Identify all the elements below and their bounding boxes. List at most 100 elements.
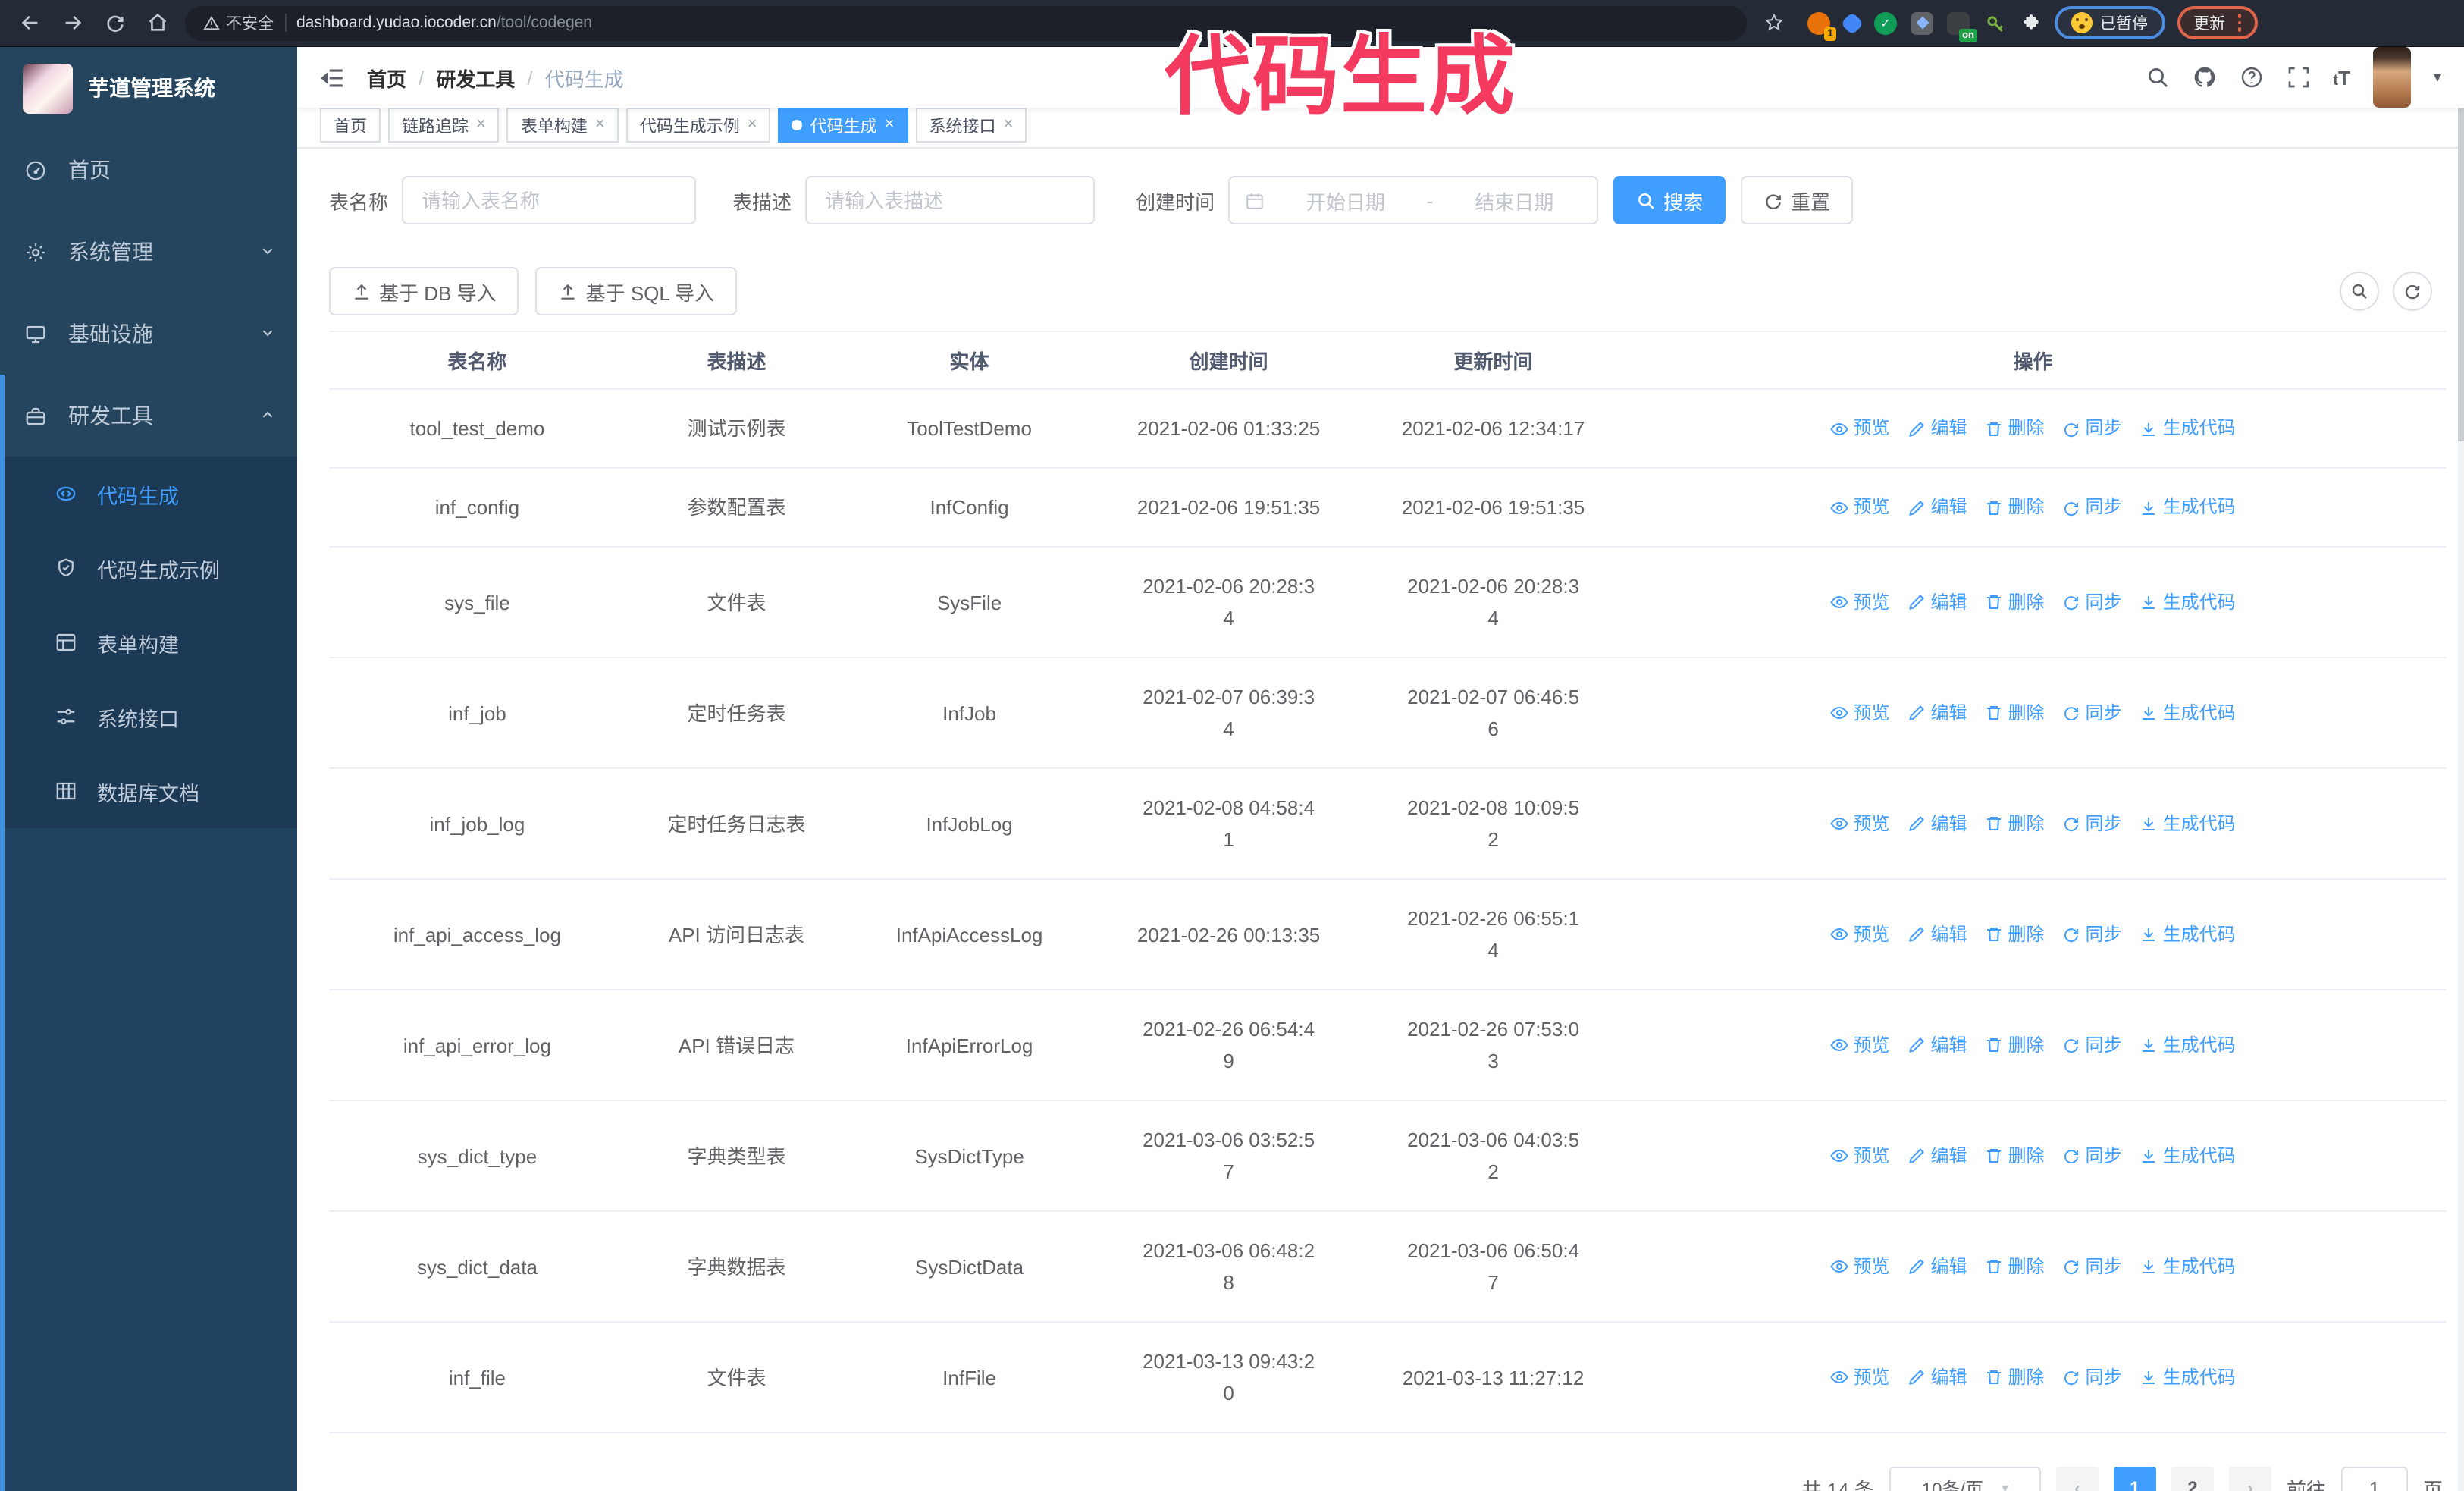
tab-trace[interactable]: 链路追踪 × <box>388 108 500 143</box>
preview-link[interactable]: 预览 <box>1830 413 1889 444</box>
toggle-search-button[interactable] <box>2340 272 2379 311</box>
table-row[interactable]: sys_dict_type 字典类型表 SysDictType 2021-03-… <box>329 1100 2446 1212</box>
edit-link[interactable]: 编辑 <box>1908 697 1967 729</box>
end-date-placeholder[interactable]: 结束日期 <box>1447 186 1582 215</box>
table-row[interactable]: inf_job_log 定时任务日志表 InfJobLog 2021-02-08… <box>329 768 2446 880</box>
delete-link[interactable]: 删除 <box>1986 697 2045 729</box>
table-row[interactable]: sys_file 文件表 SysFile 2021-02-06 20:28:3 … <box>329 547 2446 658</box>
table-row[interactable]: inf_api_access_log API 访问日志表 InfApiAcces… <box>329 879 2446 990</box>
tab-home[interactable]: 首页 <box>320 108 381 143</box>
table-row[interactable]: inf_file 文件表 InfFile 2021-03-13 09:43:2 … <box>329 1322 2446 1433</box>
next-page-button[interactable]: › <box>2228 1467 2271 1491</box>
sidebar-item-codegen-demo[interactable]: 代码生成示例 <box>5 531 297 605</box>
generate-code-link[interactable]: 生成代码 <box>2140 1361 2236 1393</box>
puzzle-extensions-icon[interactable] <box>2020 11 2042 34</box>
preview-link[interactable]: 预览 <box>1830 586 1889 618</box>
edit-link[interactable]: 编辑 <box>1908 1029 1967 1061</box>
sync-link[interactable]: 同步 <box>2063 697 2122 729</box>
delete-link[interactable]: 删除 <box>1986 1251 2045 1282</box>
page-button-1[interactable]: 1 <box>2113 1467 2156 1491</box>
preview-link[interactable]: 预览 <box>1830 697 1889 729</box>
breadcrumb-devtools[interactable]: 研发工具 <box>436 63 515 92</box>
preview-link[interactable]: 预览 <box>1830 808 1889 840</box>
extension-icon-dark[interactable]: on <box>1947 11 1977 42</box>
delete-link[interactable]: 删除 <box>1986 1361 2045 1393</box>
close-icon[interactable]: × <box>476 116 486 133</box>
generate-code-link[interactable]: 生成代码 <box>2140 491 2236 523</box>
back-icon[interactable] <box>15 8 45 38</box>
search-button[interactable]: 搜索 <box>1613 176 1726 224</box>
generate-code-link[interactable]: 生成代码 <box>2140 586 2236 618</box>
sync-link[interactable]: 同步 <box>2063 1251 2122 1282</box>
sidebar-item-system[interactable]: 系统管理 <box>0 211 297 293</box>
tab-api[interactable]: 系统接口 × <box>915 108 1027 143</box>
delete-link[interactable]: 删除 <box>1986 413 2045 444</box>
generate-code-link[interactable]: 生成代码 <box>2140 1251 2236 1282</box>
prev-page-button[interactable]: ‹ <box>2055 1467 2099 1491</box>
table-desc-input[interactable] <box>805 176 1096 224</box>
fullscreen-icon[interactable] <box>2286 65 2310 89</box>
page-button-2[interactable]: 2 <box>2171 1467 2214 1491</box>
sidebar-item-form-builder[interactable]: 表单构建 <box>5 605 297 680</box>
search-icon[interactable] <box>2145 65 2169 89</box>
sync-link[interactable]: 同步 <box>2063 413 2122 444</box>
github-icon[interactable] <box>2192 65 2216 89</box>
sync-link[interactable]: 同步 <box>2063 1361 2122 1393</box>
close-icon[interactable]: × <box>748 116 757 133</box>
generate-code-link[interactable]: 生成代码 <box>2140 808 2236 840</box>
forward-icon[interactable] <box>58 8 88 38</box>
sync-link[interactable]: 同步 <box>2063 1029 2122 1061</box>
extension-icon-orange[interactable]: 1 <box>1807 11 1836 40</box>
sync-link[interactable]: 同步 <box>2063 1140 2122 1172</box>
delete-link[interactable]: 删除 <box>1986 586 2045 618</box>
reload-icon[interactable] <box>100 8 130 38</box>
goto-page-input[interactable] <box>2340 1467 2408 1491</box>
generate-code-link[interactable]: 生成代码 <box>2140 918 2236 950</box>
table-row[interactable]: inf_api_error_log API 错误日志 InfApiErrorLo… <box>329 990 2446 1101</box>
font-size-icon[interactable]: tT <box>2333 66 2350 89</box>
sidebar-item-db-doc[interactable]: 数据库文档 <box>5 754 297 828</box>
generate-code-link[interactable]: 生成代码 <box>2140 1029 2236 1061</box>
avatar-caret-icon[interactable]: ▾ <box>2434 69 2441 86</box>
edit-link[interactable]: 编辑 <box>1908 413 1967 444</box>
sidebar-item-devtools[interactable]: 研发工具 <box>0 375 297 457</box>
generate-code-link[interactable]: 生成代码 <box>2140 697 2236 729</box>
generate-code-link[interactable]: 生成代码 <box>2140 1140 2236 1172</box>
browser-menu-icon[interactable] <box>2237 14 2241 32</box>
edit-link[interactable]: 编辑 <box>1908 1140 1967 1172</box>
extension-icon-key[interactable] <box>1983 11 2006 34</box>
sidebar-item-infra[interactable]: 基础设施 <box>0 293 297 375</box>
close-icon[interactable]: × <box>1004 116 1014 133</box>
preview-link[interactable]: 预览 <box>1830 1140 1889 1172</box>
preview-link[interactable]: 预览 <box>1830 1361 1889 1393</box>
preview-link[interactable]: 预览 <box>1830 491 1889 523</box>
sidebar-item-codegen[interactable]: 代码生成 <box>5 457 297 531</box>
edit-link[interactable]: 编辑 <box>1908 808 1967 840</box>
sidebar-fold-icon[interactable] <box>320 64 346 90</box>
update-button[interactable]: 更新 <box>2177 6 2258 39</box>
sync-link[interactable]: 同步 <box>2063 491 2122 523</box>
edit-link[interactable]: 编辑 <box>1908 491 1967 523</box>
user-avatar[interactable] <box>2372 47 2411 108</box>
table-row[interactable]: sys_dict_data 字典数据表 SysDictData 2021-03-… <box>329 1211 2446 1323</box>
sync-link[interactable]: 同步 <box>2063 586 2122 618</box>
sync-link[interactable]: 同步 <box>2063 808 2122 840</box>
breadcrumb-home[interactable]: 首页 <box>367 63 406 92</box>
profile-chip-paused[interactable]: 已暂停 <box>2055 6 2165 39</box>
delete-link[interactable]: 删除 <box>1986 808 2045 840</box>
delete-link[interactable]: 删除 <box>1986 918 2045 950</box>
reset-button[interactable]: 重置 <box>1741 176 1854 224</box>
edit-link[interactable]: 编辑 <box>1908 918 1967 950</box>
edit-link[interactable]: 编辑 <box>1908 1361 1967 1393</box>
close-icon[interactable]: × <box>595 116 605 133</box>
tab-form-builder[interactable]: 表单构建 × <box>506 108 619 143</box>
edit-link[interactable]: 编辑 <box>1908 586 1967 618</box>
edit-link[interactable]: 编辑 <box>1908 1251 1967 1282</box>
table-row[interactable]: inf_config 参数配置表 InfConfig 2021-02-06 19… <box>329 468 2446 548</box>
sql-import-button[interactable]: 基于 SQL 导入 <box>535 267 738 315</box>
page-size-select[interactable]: 10条/页 ▾ <box>1889 1467 2041 1491</box>
delete-link[interactable]: 删除 <box>1986 1140 2045 1172</box>
tab-codegen-demo[interactable]: 代码生成示例 × <box>625 108 771 143</box>
sync-link[interactable]: 同步 <box>2063 918 2122 950</box>
preview-link[interactable]: 预览 <box>1830 1029 1889 1061</box>
